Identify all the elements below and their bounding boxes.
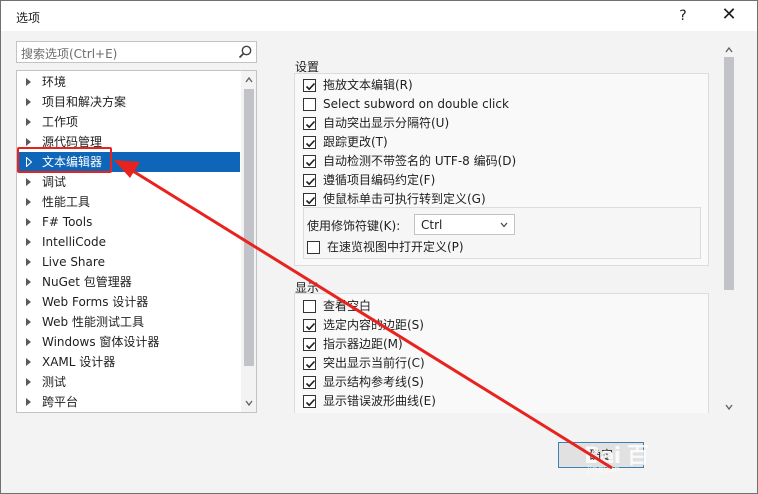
expand-arrow-icon[interactable] [26, 218, 31, 226]
search-icon [238, 45, 252, 59]
expand-arrow-icon[interactable] [26, 278, 31, 286]
checkbox[interactable] [303, 136, 316, 149]
expand-arrow-icon[interactable] [26, 118, 31, 126]
chevron-down-icon[interactable] [245, 399, 253, 407]
checkbox[interactable] [303, 174, 316, 187]
checkbox[interactable] [303, 117, 316, 130]
expand-arrow-icon[interactable] [26, 178, 31, 186]
expand-arrow-icon[interactable] [26, 338, 31, 346]
tree-item-environment[interactable]: 环境 [18, 72, 240, 92]
expand-arrow-icon[interactable] [26, 398, 31, 406]
expand-arrow-icon[interactable] [26, 258, 31, 266]
help-button[interactable]: ? [672, 6, 694, 26]
tree-scrollbar-thumb[interactable] [244, 89, 254, 366]
close-button[interactable]: ✕ [717, 4, 741, 28]
options-dialog: 选项 ? ✕ 搜索选项(Ctrl+E) 环境 项目和解决方案 工作项 源代码管理… [0, 0, 758, 494]
tree-scrollbar[interactable] [241, 71, 256, 412]
expand-arrow-icon[interactable] [26, 378, 31, 386]
expand-arrow-icon[interactable] [26, 98, 31, 106]
baidu-watermark-sub: jingyan [587, 465, 620, 475]
settings-group: 拖放文本编辑(R) Select subword on double click… [294, 73, 709, 266]
tree-item-intellicode[interactable]: IntelliCode [18, 232, 240, 252]
checkbox[interactable] [307, 241, 320, 254]
expand-arrow-icon[interactable] [26, 138, 31, 146]
checkbox[interactable] [303, 319, 316, 332]
chevron-down-icon [500, 222, 508, 228]
search-input[interactable]: 搜索选项(Ctrl+E) [21, 45, 117, 62]
checkbox[interactable] [303, 98, 316, 111]
display-group: 查看空白 选定内容的边距(S) 指示器边距(M) 突出显示当前行(C) 显示结构… [294, 293, 709, 413]
tree-item-windows-forms-designer[interactable]: Windows 窗体设计器 [18, 332, 240, 352]
search-box[interactable]: 搜索选项(Ctrl+E) [16, 41, 257, 63]
expand-arrow-icon[interactable] [26, 78, 31, 86]
tree-item-web-perf-test[interactable]: Web 性能测试工具 [18, 312, 240, 332]
annotation-highlight-box [17, 147, 112, 173]
tree-item-nuget[interactable]: NuGet 包管理器 [18, 272, 240, 292]
settings-scrollbar[interactable] [721, 43, 737, 413]
window-title: 选项 [16, 11, 41, 25]
settings-panel: 设置 拖放文本编辑(R) Select subword on double cl… [291, 53, 723, 413]
modifier-key-dropdown[interactable]: Ctrl [414, 214, 515, 235]
checkbox[interactable] [303, 155, 316, 168]
checkbox[interactable] [303, 376, 316, 389]
checkbox[interactable] [303, 79, 316, 92]
checkbox[interactable] [303, 338, 316, 351]
tree-item-live-share[interactable]: Live Share [18, 252, 240, 272]
tree-item-projects[interactable]: 项目和解决方案 [18, 92, 240, 112]
tree-item-cross-platform[interactable]: 跨平台 [18, 392, 240, 412]
chevron-down-icon[interactable] [725, 403, 733, 411]
tree-item-work-items[interactable]: 工作项 [18, 112, 240, 132]
tree-item-fsharp-tools[interactable]: F# Tools [18, 212, 240, 232]
options-tree: 环境 项目和解决方案 工作项 源代码管理 文本编辑器 调试 性能工具 F# To… [16, 70, 257, 413]
settings-scrollbar-thumb[interactable] [724, 57, 734, 290]
expand-arrow-icon[interactable] [26, 318, 31, 326]
chevron-up-icon[interactable] [725, 46, 733, 54]
tree-item-debugging[interactable]: 调试 [18, 172, 240, 192]
modifier-key-label: 使用修饰符键(K): [307, 219, 401, 233]
checkbox[interactable] [303, 395, 316, 408]
checkbox[interactable] [303, 193, 316, 206]
title-bar: 选项 ? ✕ [1, 1, 757, 31]
tree-item-web-forms-designer[interactable]: Web Forms 设计器 [18, 292, 240, 312]
checkbox[interactable] [303, 300, 316, 313]
expand-arrow-icon[interactable] [26, 358, 31, 366]
checkbox[interactable] [303, 357, 316, 370]
tree-item-xaml-designer[interactable]: XAML 设计器 [18, 352, 240, 372]
expand-arrow-icon[interactable] [26, 198, 31, 206]
expand-arrow-icon[interactable] [26, 238, 31, 246]
tree-item-performance-tools[interactable]: 性能工具 [18, 192, 240, 212]
tree-item-test[interactable]: 测试 [18, 372, 240, 392]
chevron-up-icon[interactable] [245, 76, 253, 84]
expand-arrow-icon[interactable] [26, 298, 31, 306]
